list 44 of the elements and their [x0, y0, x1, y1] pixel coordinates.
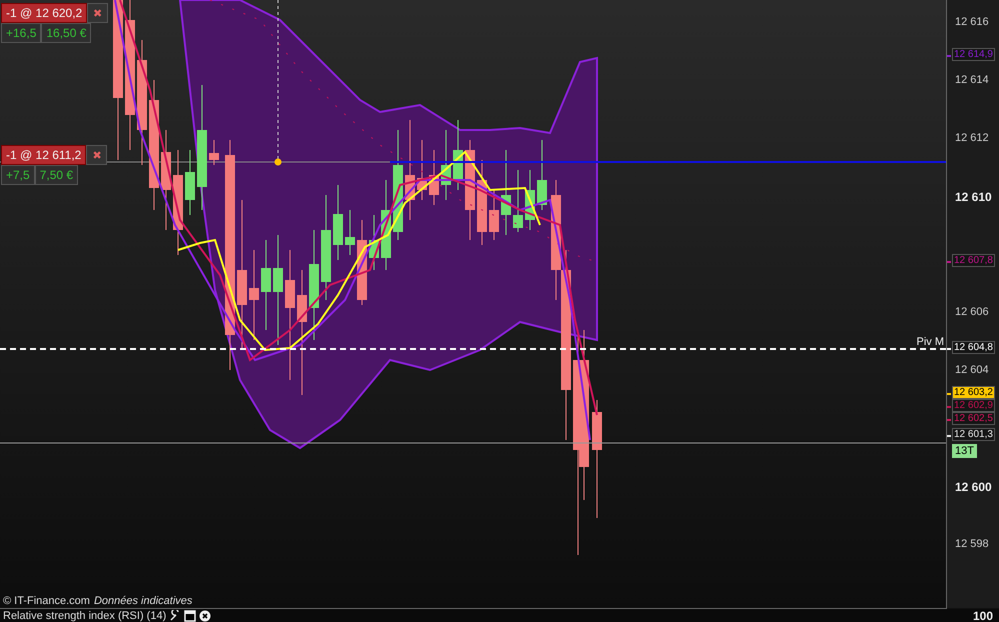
pivot-label: Piv M: [916, 336, 944, 348]
price-tag: 12 603,2: [952, 386, 995, 399]
order-label[interactable]: -1 @ 12 620,2: [1, 3, 88, 23]
axis-label: 12 598: [955, 538, 989, 550]
candle: [513, 170, 523, 232]
indicator-title: Relative strength index (RSI) (14): [2, 610, 166, 622]
money-gain: 16,50 €: [41, 23, 92, 43]
candle: [345, 210, 355, 256]
axis-label: 12 614: [955, 74, 989, 86]
axis-label: 12 612: [955, 132, 989, 144]
candle: [429, 150, 439, 206]
copyright-text: © IT-Finance.com: [3, 595, 90, 607]
candle: [537, 140, 547, 210]
candle: [489, 190, 499, 240]
crosshair-point: [274, 158, 282, 166]
axis-label: 12 610: [955, 190, 992, 204]
price-tag: 12 602,5: [952, 412, 995, 425]
disclaimer-text: Données indicatives: [94, 595, 192, 607]
money-gain: 7,50 €: [34, 165, 78, 185]
maximize-icon[interactable]: [184, 610, 196, 622]
price-tag: 12 602,9: [952, 399, 995, 412]
price-tag: 12 601,3: [952, 428, 995, 441]
candle: [417, 140, 427, 200]
axis-label: 12 616: [955, 16, 989, 28]
points-gain: +7,5: [1, 165, 35, 185]
candle: [441, 130, 451, 200]
order-label[interactable]: -1 @ 12 611,2: [1, 145, 86, 165]
price-tag: 12 614,9: [952, 48, 995, 61]
axis-label: 12 606: [955, 306, 989, 318]
axis-label: 12 600: [955, 480, 992, 494]
axis-label: 100: [972, 608, 993, 622]
candle: [453, 120, 463, 190]
price-tag: 12 604,8: [952, 341, 995, 354]
points-gain: +16,5: [1, 23, 42, 43]
candle: [185, 150, 195, 216]
close-order-button[interactable]: ✖: [87, 3, 108, 23]
axis-label: 12 604: [955, 364, 989, 376]
timer-badge: 13T: [952, 444, 977, 458]
candle: [209, 140, 219, 166]
candle: [369, 214, 379, 270]
close-icon[interactable]: [199, 610, 212, 622]
candle: [525, 170, 535, 230]
close-order-button[interactable]: ✖: [86, 145, 108, 165]
price-tag: 12 607,8: [952, 254, 995, 267]
